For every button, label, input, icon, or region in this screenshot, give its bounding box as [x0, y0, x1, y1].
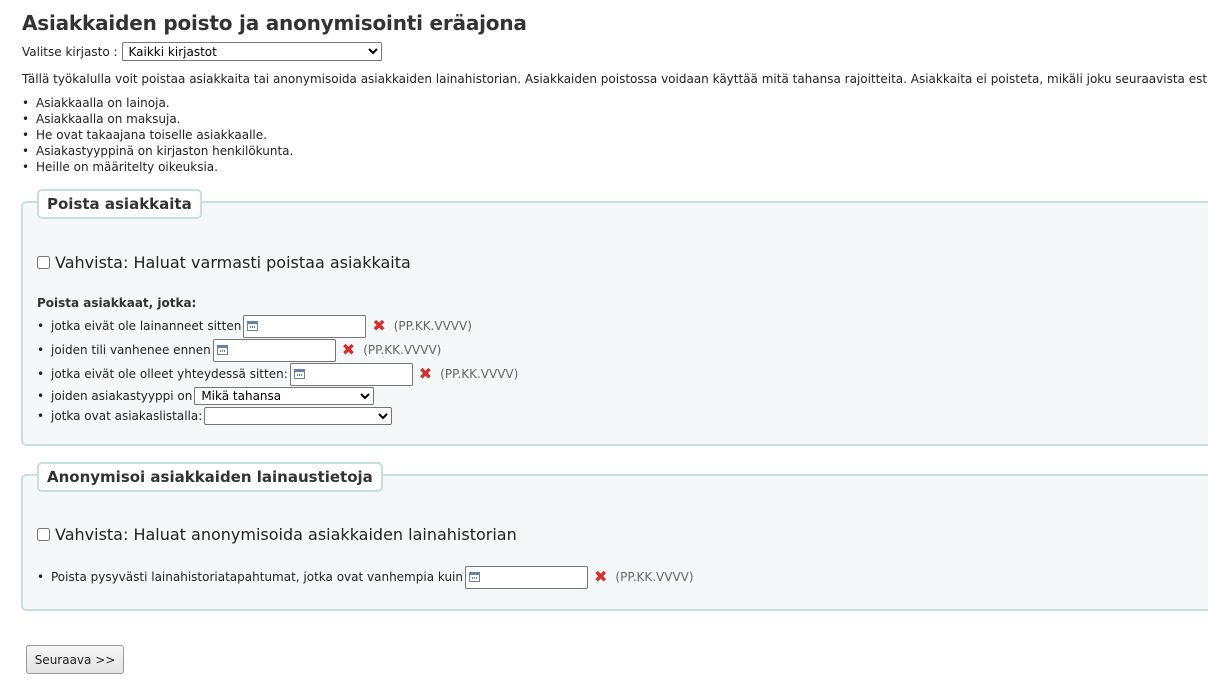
- rule-item: Asiakkaalla on lainoja.: [22, 95, 293, 111]
- anonymize-legend: Anonymisoi asiakkaiden lainaustietoja: [37, 462, 383, 492]
- page-title: Asiakkaiden poisto ja anonymisointi eräa…: [22, 11, 527, 35]
- patron-category-select[interactable]: Mikä tahansa: [194, 387, 375, 405]
- criterion-last-seen: jotka eivät ole olleet yhteydessä sitten…: [37, 362, 518, 386]
- expires-before-date-input[interactable]: [212, 338, 336, 362]
- clear-x-icon[interactable]: ✖: [342, 342, 355, 358]
- delete-confirm[interactable]: Vahvista: Haluat varmasti poistaa asiakk…: [37, 253, 411, 272]
- not-borrowed-since-date-input[interactable]: [243, 314, 367, 338]
- library-selector-row: Valitse kirjasto : Kaikki kirjastot: [22, 42, 382, 61]
- criterion-label: jotka eivät ole lainanneet sitten: [51, 319, 242, 333]
- calendar-icon[interactable]: [469, 572, 480, 582]
- date-format-hint: (PP.KK.VVVV): [440, 367, 519, 381]
- older-than-date-input[interactable]: [465, 565, 588, 589]
- calendar-icon[interactable]: [247, 321, 259, 331]
- patron-list-select[interactable]: [204, 407, 393, 425]
- criterion-label: joiden asiakastyyppi on: [51, 389, 193, 403]
- criterion-not-borrowed-since: jotka eivät ole lainanneet sitten ✖ (PP.…: [37, 314, 518, 338]
- criterion-category: joiden asiakastyyppi on Mikä tahansa: [37, 386, 518, 406]
- date-format-hint: (PP.KK.VVVV): [393, 319, 472, 333]
- next-button[interactable]: Seuraava >>: [26, 645, 124, 674]
- date-format-hint: (PP.KK.VVVV): [363, 343, 442, 357]
- rule-item: Asiakkaalla on maksuja.: [22, 111, 293, 127]
- delete-patrons-fieldset: Poista asiakkaita Vahvista: Haluat varma…: [21, 189, 1208, 446]
- clear-x-icon[interactable]: ✖: [594, 569, 607, 585]
- criterion-patron-list: jotka ovat asiakaslistalla:: [37, 406, 518, 426]
- clear-x-icon[interactable]: ✖: [372, 318, 385, 334]
- criterion-expires-before: joiden tili vanhenee ennen ✖ (PP.KK.VVVV…: [37, 338, 518, 362]
- rule-item: Heille on määritelty oikeuksia.: [22, 159, 293, 175]
- anonymize-confirm-checkbox[interactable]: [37, 528, 50, 541]
- rule-item: Asiakastyyppinä on kirjaston henkilökunt…: [22, 143, 293, 159]
- delete-criteria-list: jotka eivät ole lainanneet sitten ✖ (PP.…: [37, 314, 518, 426]
- criterion-older-than: Poista pysyvästi lainahistoriatapahtumat…: [37, 565, 694, 589]
- intro-text: Tällä työkalulla voit poistaa asiakkaita…: [22, 72, 1208, 86]
- library-select[interactable]: Kaikki kirjastot: [121, 42, 382, 61]
- anonymize-criteria-list: Poista pysyvästi lainahistoriatapahtumat…: [37, 565, 694, 589]
- criterion-label: joiden tili vanhenee ennen: [51, 343, 211, 357]
- criterion-label: Poista pysyvästi lainahistoriatapahtumat…: [51, 570, 463, 584]
- calendar-icon[interactable]: [216, 345, 228, 355]
- delete-criteria-heading: Poista asiakkaat, jotka:: [37, 296, 197, 310]
- anonymize-confirm-label: Vahvista: Haluat anonymisoida asiakkaide…: [55, 525, 517, 544]
- last-seen-date-input[interactable]: [289, 362, 413, 386]
- clear-x-icon[interactable]: ✖: [419, 366, 432, 382]
- anonymize-fieldset: Anonymisoi asiakkaiden lainaustietoja Va…: [21, 462, 1208, 611]
- delete-confirm-label: Vahvista: Haluat varmasti poistaa asiakk…: [55, 253, 411, 272]
- library-label: Valitse kirjasto :: [22, 44, 118, 59]
- criterion-label: jotka ovat asiakaslistalla:: [51, 409, 203, 423]
- delete-patrons-legend: Poista asiakkaita: [37, 189, 202, 219]
- date-format-hint: (PP.KK.VVVV): [615, 570, 694, 584]
- block-rules-list: Asiakkaalla on lainoja. Asiakkaalla on m…: [22, 95, 293, 175]
- delete-confirm-checkbox[interactable]: [37, 256, 50, 269]
- criterion-label: jotka eivät ole olleet yhteydessä sitten…: [51, 367, 288, 381]
- rule-item: He ovat takaajana toiselle asiakkaalle.: [22, 127, 293, 143]
- calendar-icon[interactable]: [293, 369, 305, 379]
- anonymize-confirm[interactable]: Vahvista: Haluat anonymisoida asiakkaide…: [37, 525, 517, 544]
